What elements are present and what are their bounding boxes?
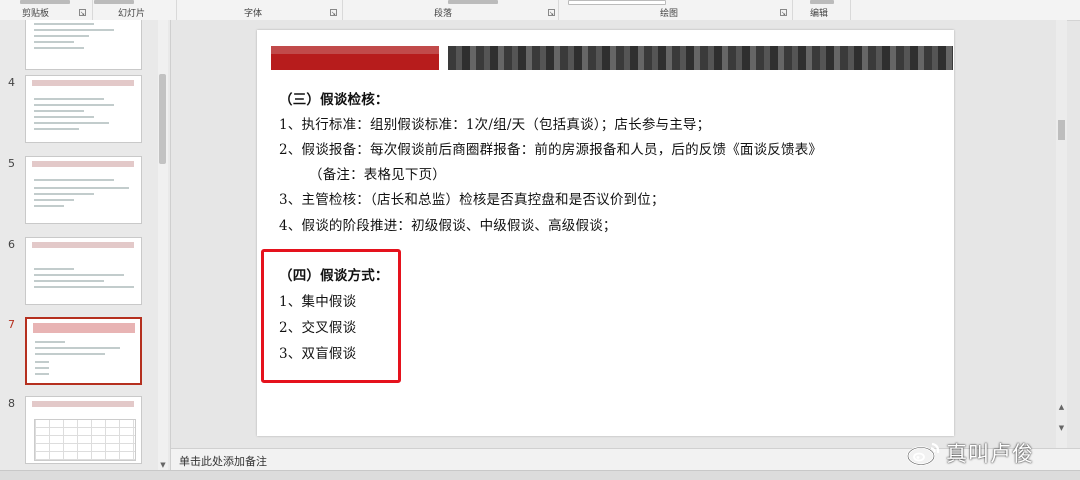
slide-thumbnails-pane[interactable]: 4 5 6 7 8 xyxy=(0,20,171,470)
slide-thumbnail[interactable] xyxy=(25,75,142,143)
ribbon-group-label: 编辑 xyxy=(810,9,829,19)
ribbon-group-slides[interactable]: 幻灯片 xyxy=(92,0,177,20)
slide-number: 5 xyxy=(8,157,15,170)
slide-header-banner xyxy=(271,46,439,70)
slide-thumbnail[interactable] xyxy=(25,20,142,70)
dialog-launcher-icon[interactable]: ↘ xyxy=(780,9,787,17)
ribbon-group-label: 剪贴板 xyxy=(22,9,50,19)
ribbon-group-paragraph[interactable]: 段落 ↘ xyxy=(342,0,559,20)
scrollbar-thumb[interactable] xyxy=(159,74,166,164)
weibo-logo-icon xyxy=(906,440,942,466)
dialog-launcher-icon[interactable]: ↘ xyxy=(548,9,555,17)
slide-canvas[interactable]: （三）假谈检核： 1、执行标准：组别假谈标准：1次/组/天（包括真谈）；店长参与… xyxy=(257,30,954,436)
slide-header-bar xyxy=(448,46,953,70)
slide-thumbnail-selected[interactable] xyxy=(25,317,142,385)
slide-thumbnail[interactable] xyxy=(25,396,142,464)
editor-scrollbar[interactable]: ▲ ▼ xyxy=(1056,20,1067,448)
watermark-text: 真叫卢俊 xyxy=(946,442,1034,466)
slide-number: 4 xyxy=(8,76,15,89)
section-heading[interactable]: （四）假谈方式： xyxy=(279,264,389,284)
scrollbar-thumb[interactable] xyxy=(1058,120,1065,140)
ribbon-group-label: 字体 xyxy=(244,9,263,19)
slide-number: 8 xyxy=(8,397,15,410)
ribbon: 剪贴板 ↘ 幻灯片 字体 ↘ 段落 ↘ 绘图 ↘ 编辑 xyxy=(0,0,1080,21)
section-heading[interactable]: （三）假谈检核： xyxy=(279,88,389,108)
slide-number: 7 xyxy=(8,318,15,331)
ribbon-group-label: 段落 xyxy=(434,9,453,19)
dialog-launcher-icon[interactable]: ↘ xyxy=(330,9,337,17)
ribbon-group-label: 幻灯片 xyxy=(118,9,146,19)
slide-thumbnail[interactable] xyxy=(25,156,142,224)
body-text-line[interactable]: 3、主管检核：（店长和总监）检核是否真控盘和是否议价到位； xyxy=(279,188,665,208)
slide-number: 6 xyxy=(8,238,15,251)
body-text-line[interactable]: 2、假谈报备：每次假谈前后商圈群报备：前的房源报备和人员，后的反馈《面谈反馈表》 xyxy=(279,138,822,158)
body-text-line[interactable]: （备注：表格见下页） xyxy=(309,163,446,183)
notes-placeholder[interactable]: 单击此处添加备注 xyxy=(179,453,267,469)
body-text-line[interactable]: 1、集中假谈 xyxy=(279,290,356,310)
body-text-line[interactable]: 1、执行标准：组别假谈标准：1次/组/天（包括真谈）；店长参与主导； xyxy=(279,113,710,133)
dialog-launcher-icon[interactable]: ↘ xyxy=(79,9,86,17)
ribbon-group-label: 绘图 xyxy=(660,9,679,19)
ribbon-group-editing[interactable]: 编辑 xyxy=(792,0,851,20)
slide-thumbnail[interactable] xyxy=(25,237,142,305)
ribbon-group-clipboard[interactable]: 剪贴板 ↘ xyxy=(0,0,93,20)
next-slide-icon[interactable]: ▼ xyxy=(1056,424,1067,434)
slide-editor[interactable]: （三）假谈检核： 1、执行标准：组别假谈标准：1次/组/天（包括真谈）；店长参与… xyxy=(171,20,1067,448)
body-text-line[interactable]: 4、假谈的阶段推进：初级假谈、中级假谈、高级假谈； xyxy=(279,214,617,234)
body-text-line[interactable]: 3、双盲假谈 xyxy=(279,342,356,362)
body-text-line[interactable]: 2、交叉假谈 xyxy=(279,316,356,336)
previous-slide-icon[interactable]: ▲ xyxy=(1056,403,1067,413)
watermark: 真叫卢俊 xyxy=(906,436,1034,470)
thumbnails-scrollbar[interactable]: ▼ xyxy=(158,20,168,470)
ribbon-group-drawing[interactable]: 绘图 ↘ xyxy=(558,0,793,20)
ribbon-group-font[interactable]: 字体 ↘ xyxy=(176,0,343,20)
scroll-down-icon[interactable]: ▼ xyxy=(158,460,168,470)
